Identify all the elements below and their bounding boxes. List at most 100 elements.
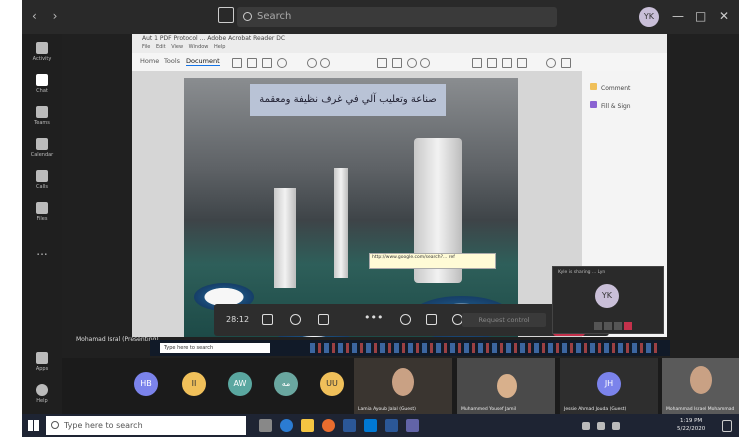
rail-calls[interactable]: Calls bbox=[22, 170, 62, 190]
tab-tools[interactable]: Tools bbox=[164, 57, 180, 65]
participant-video-tile[interactable]: Muhammed Yousef Jamil bbox=[457, 358, 555, 414]
participant-video-tile[interactable]: Mohammad Israel Mohammad bbox=[662, 358, 739, 414]
pen-icon[interactable] bbox=[561, 58, 571, 68]
find-icon[interactable] bbox=[277, 58, 287, 68]
tray-icon[interactable] bbox=[582, 422, 590, 430]
chat-panel-icon[interactable] bbox=[426, 314, 437, 325]
mini-share-icon[interactable] bbox=[614, 322, 622, 330]
windows-taskbar: Type here to search 1:19 PM 5/22/2020 bbox=[22, 414, 739, 437]
shared-search-box: Type here to search bbox=[160, 343, 270, 353]
notification-icon[interactable] bbox=[722, 420, 732, 432]
pdf-page-image: صناعة وتعليب آلي في غرف نظيفة ومعقمة htt… bbox=[184, 78, 518, 337]
share-screen-icon[interactable] bbox=[318, 314, 329, 325]
annotate-icon[interactable] bbox=[517, 58, 527, 68]
volume-icon[interactable] bbox=[612, 422, 620, 430]
taskbar-time: 1:19 PM bbox=[680, 418, 703, 424]
minimize-button[interactable]: — bbox=[672, 9, 684, 23]
camera-off-icon[interactable] bbox=[262, 314, 273, 325]
rail-chat[interactable]: Chat bbox=[22, 74, 62, 94]
word-icon[interactable] bbox=[343, 419, 356, 432]
rail-files[interactable]: Files bbox=[22, 202, 62, 222]
task-view-icon[interactable] bbox=[259, 419, 272, 432]
mic-off-icon[interactable] bbox=[290, 314, 301, 325]
pdf-toolbar: Home Tools Document bbox=[132, 53, 667, 72]
rail-help[interactable]: Help bbox=[22, 384, 62, 404]
raise-hand-icon[interactable] bbox=[400, 314, 411, 325]
edge-icon[interactable] bbox=[280, 419, 293, 432]
chrome-icon[interactable] bbox=[322, 419, 335, 432]
fit-icon[interactable] bbox=[472, 58, 482, 68]
page-up-icon[interactable] bbox=[307, 58, 317, 68]
participant-name: Lamia Ayoub Jalal (Guest) bbox=[358, 407, 416, 412]
mini-mic-icon[interactable] bbox=[604, 322, 612, 330]
mini-camera-icon[interactable] bbox=[594, 322, 602, 330]
call-controls: 28:12 ••• Request control bbox=[214, 304, 609, 336]
sign-icon bbox=[590, 101, 597, 108]
rotate-icon[interactable] bbox=[502, 58, 512, 68]
participant-avatar[interactable]: II bbox=[182, 372, 206, 396]
user-avatar[interactable]: YK bbox=[639, 7, 659, 27]
page-down-icon[interactable] bbox=[320, 58, 330, 68]
participant-avatar[interactable]: HB bbox=[134, 372, 158, 396]
shared-taskbar-icons bbox=[310, 343, 660, 353]
participant-avatar: JH bbox=[597, 372, 621, 396]
fill-sign-tool[interactable]: Fill & Sign bbox=[590, 101, 631, 110]
teams-taskbar-icon[interactable] bbox=[406, 419, 419, 432]
back-forward-nav[interactable]: ‹ › bbox=[32, 9, 63, 23]
participant-avatar[interactable]: UU bbox=[320, 372, 344, 396]
select-icon[interactable] bbox=[377, 58, 387, 68]
hand-icon[interactable] bbox=[392, 58, 402, 68]
title-bar: ‹ › Search YK — □ ✕ bbox=[22, 0, 739, 34]
maximize-button[interactable]: □ bbox=[695, 9, 706, 23]
file-explorer-icon[interactable] bbox=[301, 419, 314, 432]
compose-icon[interactable] bbox=[218, 7, 234, 23]
machine-column bbox=[274, 188, 296, 288]
calendar-icon bbox=[36, 138, 48, 150]
request-control-button[interactable]: Request control bbox=[462, 313, 546, 327]
close-button[interactable]: ✕ bbox=[719, 9, 729, 23]
save-icon[interactable] bbox=[232, 58, 242, 68]
outlook-icon[interactable] bbox=[385, 419, 398, 432]
comment-icon[interactable] bbox=[546, 58, 556, 68]
participants-strip: HB II AW مه UU Lamia Ayoub Jalal (Guest)… bbox=[62, 358, 739, 414]
tab-document[interactable]: Document bbox=[186, 57, 220, 66]
participant-avatar[interactable]: AW bbox=[228, 372, 252, 396]
search-input[interactable]: Search bbox=[237, 7, 557, 27]
participant-video-tile[interactable]: JH Jessie Ahmad Jouda (Guest) bbox=[560, 358, 658, 414]
comment-tool[interactable]: Comment bbox=[590, 83, 630, 92]
windows-start-icon[interactable] bbox=[28, 420, 39, 431]
print-icon[interactable] bbox=[247, 58, 257, 68]
store-icon[interactable] bbox=[364, 419, 377, 432]
participant-video-tile[interactable]: Lamia Ayoub Jalal (Guest) bbox=[354, 358, 452, 414]
taskbar-search-placeholder: Type here to search bbox=[64, 421, 143, 430]
participant-name: Jessie Ahmad Jouda (Guest) bbox=[564, 407, 627, 412]
rail-calendar[interactable]: Calendar bbox=[22, 138, 62, 158]
participant-avatar[interactable]: مه bbox=[274, 372, 298, 396]
tab-home[interactable]: Home bbox=[140, 57, 159, 65]
mail-icon[interactable] bbox=[262, 58, 272, 68]
participant-face bbox=[497, 374, 517, 398]
machine-column bbox=[334, 168, 348, 278]
taskbar-clock[interactable]: 1:19 PM 5/22/2020 bbox=[677, 417, 705, 433]
floating-call-window[interactable]: Kyle is sharing ... Lyn YK bbox=[552, 266, 664, 334]
taskbar-search-input[interactable]: Type here to search bbox=[46, 416, 246, 435]
help-icon bbox=[36, 384, 48, 396]
fullscreen-icon[interactable] bbox=[487, 58, 497, 68]
rail-more[interactable]: ... bbox=[22, 244, 62, 258]
rail-teams[interactable]: Teams bbox=[22, 106, 62, 126]
participant-name: Muhammed Yousef Jamil bbox=[461, 407, 517, 412]
mini-avatar: YK bbox=[595, 284, 619, 308]
zoom-out-icon[interactable] bbox=[407, 58, 417, 68]
zoom-in-icon[interactable] bbox=[420, 58, 430, 68]
bell-icon bbox=[36, 42, 48, 54]
network-icon[interactable] bbox=[597, 422, 605, 430]
more-options-icon[interactable]: ••• bbox=[364, 311, 383, 324]
comment-icon bbox=[590, 83, 597, 90]
document-area: صناعة وتعليب آلي في غرف نظيفة ومعقمة htt… bbox=[132, 71, 582, 337]
mini-hangup-icon[interactable] bbox=[624, 322, 632, 330]
rail-apps[interactable]: Apps bbox=[22, 352, 62, 372]
rail-activity[interactable]: Activity bbox=[22, 42, 62, 62]
link-tooltip: http://www.google.com/search?... ref bbox=[369, 253, 496, 269]
call-timer: 28:12 bbox=[226, 315, 250, 324]
search-placeholder: Search bbox=[257, 11, 292, 22]
